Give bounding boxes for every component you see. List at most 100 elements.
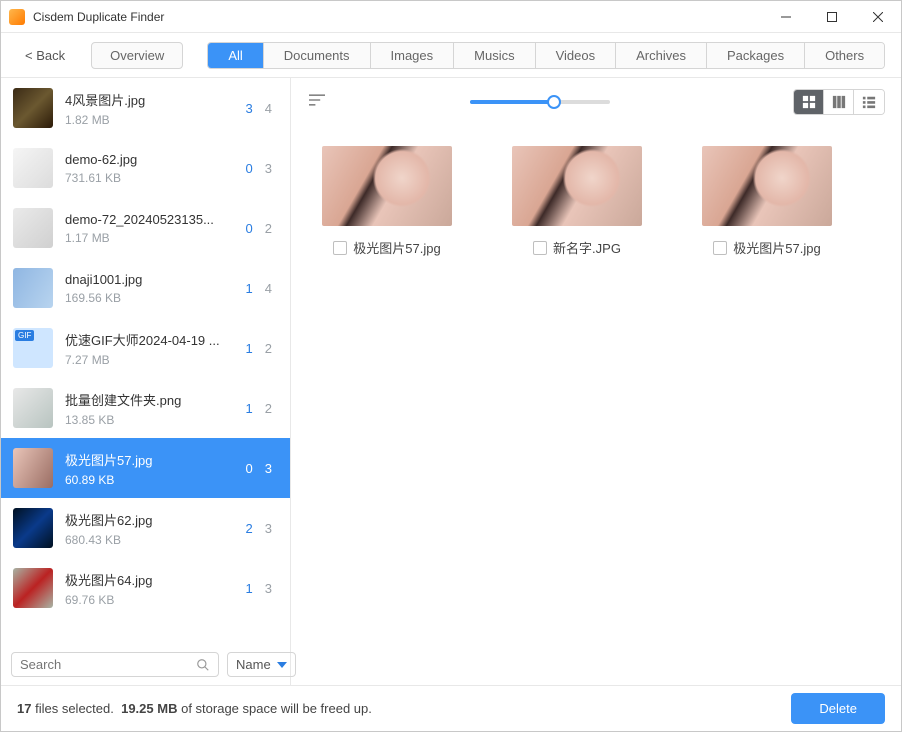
card-filename: 极光图片57.jpg [733, 238, 820, 257]
duplicate-card[interactable]: 极光图片57.jpg [307, 146, 467, 257]
total-count: 3 [265, 161, 272, 176]
file-size: 169.56 KB [65, 291, 234, 305]
card-checkbox[interactable] [713, 241, 727, 255]
view-grid-button[interactable] [794, 90, 824, 114]
view-mode-switcher [793, 89, 885, 115]
total-count: 2 [265, 221, 272, 236]
file-thumbnail [13, 508, 53, 548]
tab-archives[interactable]: Archives [616, 43, 707, 68]
file-meta: demo-72_20240523135...1.17 MB [65, 212, 234, 245]
minimize-button[interactable] [763, 1, 809, 33]
tab-all[interactable]: All [208, 43, 263, 68]
card-checkbox[interactable] [533, 241, 547, 255]
total-count: 3 [265, 581, 272, 596]
file-size: 731.61 KB [65, 171, 234, 185]
file-size: 7.27 MB [65, 353, 234, 367]
tab-others[interactable]: Others [805, 43, 884, 68]
file-row[interactable]: 优速GIF大师2024-04-19 ... 7.27 MB 12 [1, 318, 290, 378]
file-name: 优速GIF大师2024-04-19 ... [65, 330, 234, 349]
window-title: Cisdem Duplicate Finder [33, 10, 763, 24]
tab-packages[interactable]: Packages [707, 43, 805, 68]
tab-documents[interactable]: Documents [264, 43, 371, 68]
selected-count: 1 [246, 401, 253, 416]
card-filename: 新名字.JPG [553, 238, 621, 257]
file-meta: demo-62.jpg 731.61 KB [65, 152, 234, 185]
view-list-button[interactable] [854, 90, 884, 114]
back-button[interactable]: < Back [15, 44, 75, 67]
file-counts: 23 [246, 521, 272, 536]
file-meta: 批量创建文件夹.png 13.85 KB [65, 390, 234, 427]
search-icon [196, 658, 210, 672]
file-size: 680.43 KB [65, 533, 234, 547]
selected-count: 2 [246, 521, 253, 536]
file-thumbnail [13, 208, 53, 248]
file-row[interactable]: demo-62.jpg 731.61 KB 03 [1, 138, 290, 198]
file-counts: 34 [246, 101, 272, 116]
tab-images[interactable]: Images [371, 43, 455, 68]
file-name: dnaji1001.jpg [65, 272, 234, 287]
file-counts: 14 [246, 281, 272, 296]
card-thumbnail [322, 146, 452, 226]
file-name: 极光图片64.jpg [65, 570, 234, 589]
file-row[interactable]: 极光图片57.jpg60.89 KB03 [1, 438, 290, 498]
duplicate-card[interactable]: 新名字.JPG [497, 146, 657, 257]
selected-count: 0 [246, 461, 253, 476]
file-name: 批量创建文件夹.png [65, 390, 234, 409]
titlebar: Cisdem Duplicate Finder [1, 1, 901, 33]
file-name: 极光图片57.jpg [65, 450, 234, 469]
search-input[interactable] [20, 657, 196, 672]
sort-icon[interactable] [307, 92, 327, 113]
file-list[interactable]: 4风景图片.jpg1.82 MB34demo-62.jpg731.61 KB03… [1, 78, 290, 644]
close-button[interactable] [855, 1, 901, 33]
content-pane: 极光图片57.jpg 新名字.JPG 极光图片57.jpg [291, 77, 901, 685]
file-meta: 极光图片62.jpg 680.43 KB [65, 510, 234, 547]
file-meta: 极光图片64.jpg 69.76 KB [65, 570, 234, 607]
file-row[interactable]: demo-72_20240523135...1.17 MB 02 [1, 198, 290, 258]
file-thumbnail [13, 388, 53, 428]
file-counts: 12 [246, 341, 272, 356]
card-checkbox[interactable] [333, 241, 347, 255]
duplicate-grid: 极光图片57.jpg 新名字.JPG 极光图片57.jpg [291, 126, 901, 685]
selected-count: 0 [246, 161, 253, 176]
card-label-row: 极光图片57.jpg [307, 238, 467, 257]
file-name: demo-62.jpg [65, 152, 234, 167]
tab-musics[interactable]: Musics [454, 43, 535, 68]
file-name: 4风景图片.jpg [65, 90, 234, 109]
card-label-row: 新名字.JPG [497, 238, 657, 257]
search-bar: Name [1, 644, 290, 685]
chevron-down-icon [277, 660, 287, 670]
search-input-wrapper[interactable] [11, 652, 219, 677]
sort-dropdown[interactable]: Name [227, 652, 296, 677]
file-counts: 03 [246, 161, 272, 176]
file-row[interactable]: dnaji1001.jpg 169.56 KB 14 [1, 258, 290, 318]
file-thumbnail [13, 568, 53, 608]
main-area: 4风景图片.jpg1.82 MB34demo-62.jpg731.61 KB03… [1, 77, 901, 685]
file-row[interactable]: 极光图片64.jpg 69.76 KB 13 [1, 558, 290, 618]
file-size: 69.76 KB [65, 593, 234, 607]
toolbar: < Back Overview AllDocumentsImagesMusics… [1, 33, 901, 77]
status-bar: 17 files selected. 19.25 MB of storage s… [1, 685, 901, 731]
delete-button[interactable]: Delete [791, 693, 885, 724]
selected-count: 1 [246, 581, 253, 596]
file-thumbnail [13, 88, 53, 128]
overview-button[interactable]: Overview [91, 42, 183, 69]
thumbnail-size-slider[interactable] [470, 100, 610, 104]
selected-count: 0 [246, 221, 253, 236]
file-name: 极光图片62.jpg [65, 510, 234, 529]
card-thumbnail [702, 146, 832, 226]
file-size: 13.85 KB [65, 413, 234, 427]
view-columns-button[interactable] [824, 90, 854, 114]
file-thumbnail [13, 328, 53, 368]
file-row[interactable]: 极光图片62.jpg 680.43 KB 23 [1, 498, 290, 558]
file-row[interactable]: 批量创建文件夹.png 13.85 KB 12 [1, 378, 290, 438]
file-thumbnail [13, 148, 53, 188]
status-text: 17 files selected. 19.25 MB of storage s… [17, 701, 372, 716]
maximize-button[interactable] [809, 1, 855, 33]
file-thumbnail [13, 448, 53, 488]
file-counts: 12 [246, 401, 272, 416]
duplicate-card[interactable]: 极光图片57.jpg [687, 146, 847, 257]
tab-videos[interactable]: Videos [536, 43, 617, 68]
file-counts: 03 [246, 461, 272, 476]
file-meta: 优速GIF大师2024-04-19 ... 7.27 MB [65, 330, 234, 367]
file-row[interactable]: 4风景图片.jpg1.82 MB34 [1, 78, 290, 138]
